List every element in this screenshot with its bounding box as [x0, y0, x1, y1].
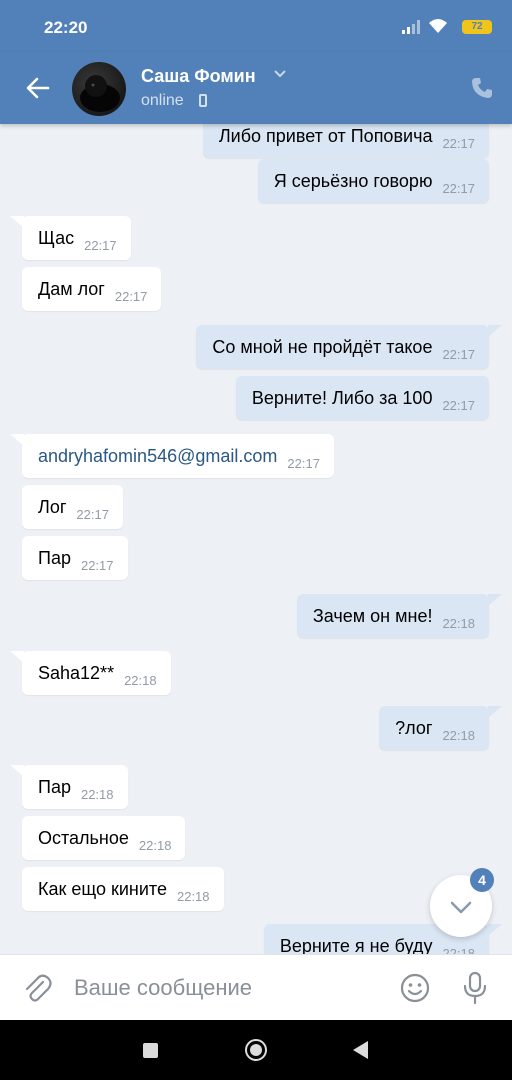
message-time: 22:17: [442, 180, 475, 196]
message-text: Либо привет от Поповича: [218, 125, 433, 146]
battery-icon: 72: [462, 20, 492, 34]
message-bubble-incoming[interactable]: Остальное 22:18: [22, 816, 186, 860]
paperclip-icon[interactable]: [22, 973, 52, 1005]
message-bubble-outgoing[interactable]: Со мной не пройдёт такое 22:17: [196, 325, 489, 369]
chat-header: Саша Фомин online: [0, 52, 512, 124]
message-time: 22:18: [138, 837, 172, 853]
status-bar: 22:20 72: [0, 0, 512, 52]
message-time: 22:18: [124, 672, 157, 688]
message-text: Щас: [38, 227, 75, 248]
message-bubble-incoming[interactable]: andryhafomin546@gmail.com 22:17: [22, 434, 334, 478]
message-time: 22:17: [84, 237, 117, 253]
message-time: 22:17: [76, 506, 109, 522]
message-list[interactable]: Либо привет от Поповича 22:17 Я серьёзно …: [0, 124, 512, 954]
message-bubble-incoming[interactable]: Пар 22:17: [22, 536, 128, 580]
message-time: 22:18: [442, 727, 475, 743]
message-text: Со мной не пройдёт такое: [212, 336, 433, 357]
message-bubble-outgoing[interactable]: Я серьёзно говорю 22:17: [257, 159, 489, 203]
message-bubble-outgoing[interactable]: Зачем он мне! 22:18: [296, 594, 489, 638]
message-composer: [0, 954, 512, 1021]
bubble-tail: [488, 706, 502, 718]
bubble-tail: [488, 594, 502, 606]
message-text: Верните я не буду: [279, 935, 433, 955]
message-bubble-incoming[interactable]: Щас 22:17: [22, 216, 131, 260]
signal-icon: [402, 20, 420, 34]
message-text: Дам лог: [38, 278, 105, 299]
message-input[interactable]: [72, 967, 376, 1009]
call-button[interactable]: [470, 76, 494, 100]
message-time: 22:17: [442, 346, 475, 362]
message-text: Верните! Либо за 100: [251, 387, 433, 408]
chevron-down-icon[interactable]: [272, 68, 288, 80]
back-button[interactable]: [24, 74, 52, 102]
message-time: 22:17: [442, 397, 475, 413]
message-bubble-outgoing[interactable]: Верните! Либо за 100 22:17: [235, 376, 489, 420]
message-time: 22:18: [176, 888, 210, 904]
message-text: Лог: [38, 496, 67, 517]
message-text: Я серьёзно говорю: [273, 170, 433, 191]
microphone-icon[interactable]: [462, 971, 488, 1005]
message-time: 22:17: [287, 455, 320, 471]
message-text: Пар: [38, 776, 71, 797]
avatar[interactable]: [72, 62, 126, 116]
smile-icon[interactable]: [400, 973, 430, 1003]
system-nav-bar: [0, 1020, 512, 1080]
message-text: Зачем он мне!: [312, 605, 433, 626]
message-text: Остальное: [38, 827, 129, 848]
email-link[interactable]: andryhafomin546@gmail.com: [38, 446, 277, 467]
message-text: Saha12**: [38, 662, 115, 683]
message-time: 22:17: [442, 135, 475, 151]
message-time: 22:18: [442, 945, 475, 955]
home-button[interactable]: [245, 1039, 267, 1061]
message-bubble-incoming[interactable]: Лог 22:17: [22, 485, 123, 529]
bubble-tail: [488, 325, 502, 337]
message-bubble-incoming[interactable]: Дам лог 22:17: [22, 267, 162, 311]
message-bubble-incoming[interactable]: Пар 22:18: [22, 765, 128, 809]
recent-apps-button[interactable]: [143, 1043, 158, 1058]
contact-status: online: [141, 92, 184, 109]
cat-photo: [80, 75, 120, 112]
message-bubble-outgoing[interactable]: ?лог 22:18: [379, 706, 489, 750]
contact-name[interactable]: Саша Фомин: [141, 66, 256, 87]
message-text: Как ещо кините: [38, 878, 167, 899]
message-bubble-incoming[interactable]: Как ещо кините 22:18: [22, 867, 224, 911]
message-bubble-outgoing[interactable]: Либо привет от Поповича 22:17: [202, 124, 489, 158]
status-time: 22:20: [44, 18, 88, 37]
message-time: 22:18: [442, 615, 475, 631]
unread-count-badge: 4: [470, 868, 494, 892]
message-bubble-incoming[interactable]: Saha12** 22:18: [22, 651, 171, 695]
message-text: Пар: [38, 547, 71, 568]
mobile-icon: [199, 94, 207, 107]
wifi-icon: [429, 19, 447, 33]
status-icons: 72: [372, 18, 492, 38]
message-text: ?лог: [395, 717, 433, 738]
message-time: 22:18: [80, 786, 114, 802]
message-time: 22:17: [80, 557, 114, 573]
system-back-button[interactable]: [353, 1041, 368, 1059]
message-time: 22:17: [114, 288, 148, 304]
